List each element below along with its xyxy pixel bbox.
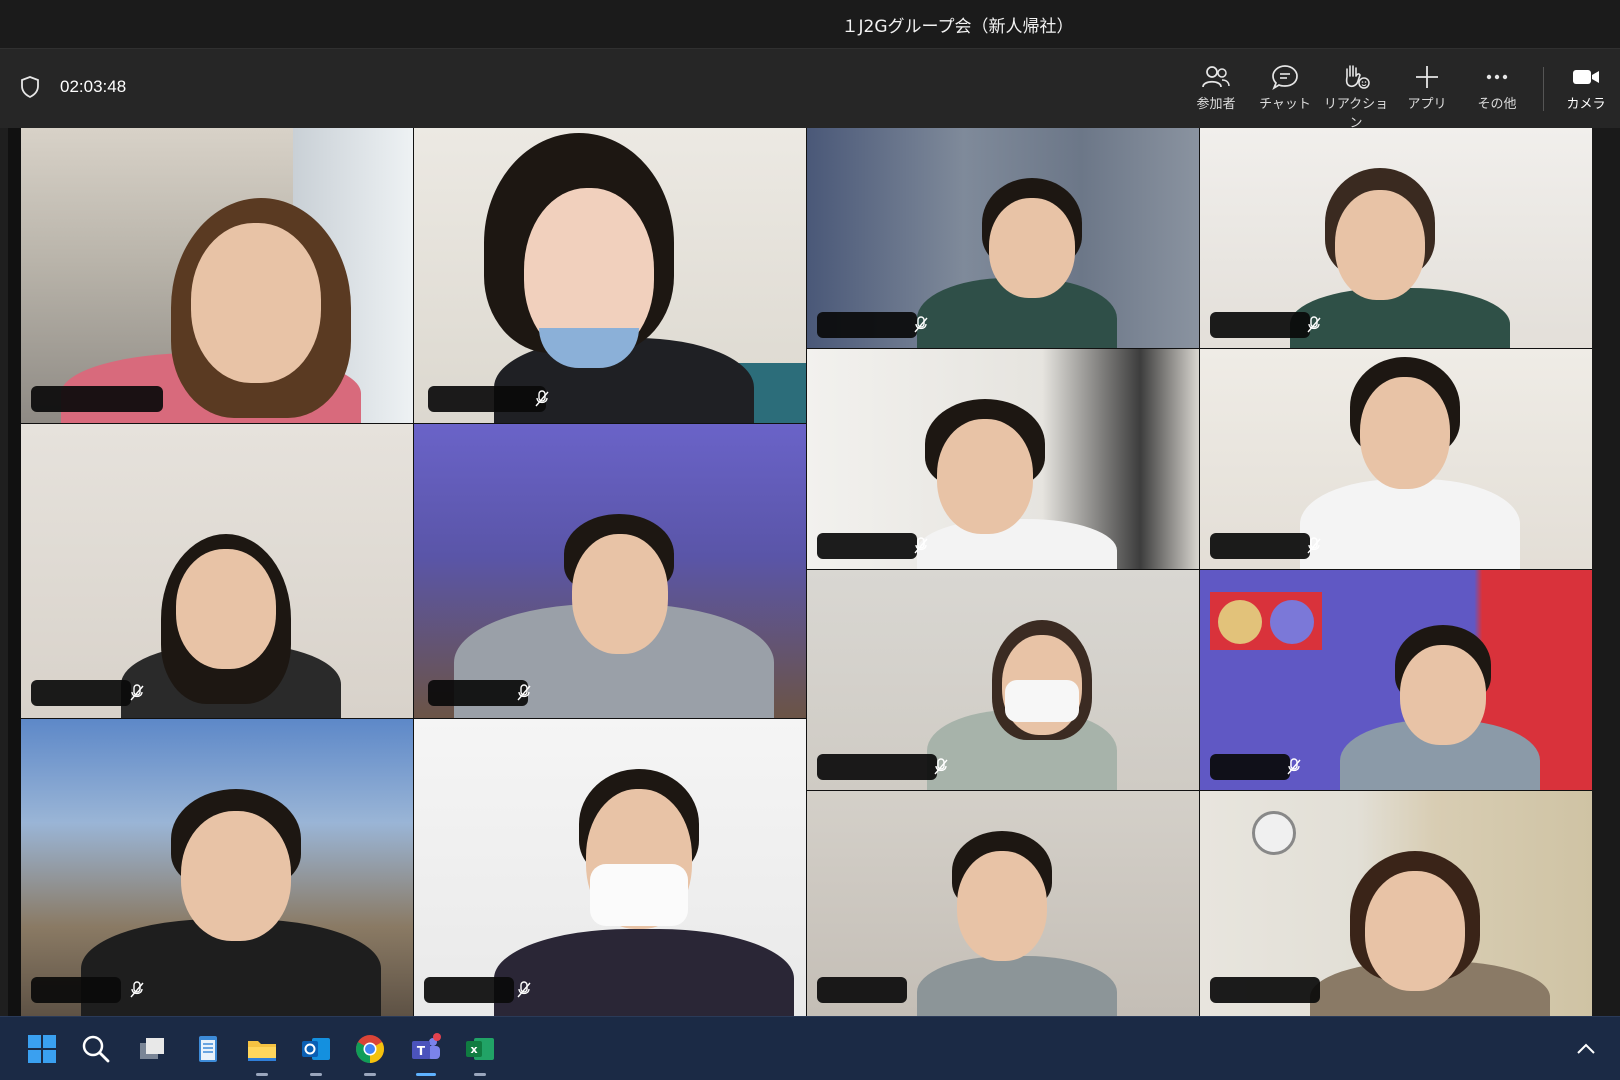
running-indicator <box>364 1073 376 1076</box>
video-tile-participant-10[interactable] <box>1200 570 1592 790</box>
running-indicator <box>256 1073 268 1076</box>
mic-muted-icon <box>130 684 144 701</box>
name-chip <box>31 386 163 412</box>
wall-clock <box>1252 811 1296 855</box>
task-view-icon <box>140 1038 164 1059</box>
video-tile-participant-9[interactable] <box>807 570 1199 790</box>
name-chip <box>1210 312 1310 338</box>
participants-button[interactable]: 参加者 <box>1180 59 1252 119</box>
plus-icon <box>1416 66 1438 88</box>
windows-start-icon <box>28 1035 56 1063</box>
svg-text:x: x <box>470 1043 477 1056</box>
title-bar: １J2Gグループ会（新人帰社） <box>0 0 1620 48</box>
file-explorer-button[interactable] <box>244 1031 280 1076</box>
mic-muted-icon <box>1287 758 1301 775</box>
raise-hand-icon <box>1345 65 1370 89</box>
video-tile-participant-11[interactable] <box>21 719 413 1016</box>
chrome-icon <box>356 1035 384 1063</box>
name-chip <box>424 977 514 1003</box>
more-button[interactable]: その他 <box>1461 59 1533 119</box>
name-chip <box>817 754 937 780</box>
outlook-icon <box>302 1038 330 1060</box>
taskbar: T x <box>0 1016 1620 1080</box>
more-label: その他 <box>1477 97 1517 112</box>
name-chip <box>31 977 121 1003</box>
task-view-button[interactable] <box>134 1031 170 1067</box>
name-chip <box>31 680 131 706</box>
running-indicator <box>310 1073 322 1076</box>
name-chip <box>817 533 917 559</box>
chat-button[interactable]: チャット <box>1249 59 1321 119</box>
teams-icon: T <box>412 1033 441 1059</box>
outlook-button[interactable] <box>298 1031 334 1076</box>
name-chip <box>1210 754 1290 780</box>
participants-label: 参加者 <box>1196 97 1236 112</box>
more-icon <box>1486 74 1508 80</box>
apps-label: アプリ <box>1407 97 1447 112</box>
mic-muted-icon <box>1307 537 1321 554</box>
video-tile-participant-5[interactable] <box>21 424 413 718</box>
decor-circle <box>1218 600 1262 644</box>
mic-muted-icon <box>1307 316 1321 333</box>
reactions-button[interactable]: リアクション <box>1320 59 1392 131</box>
active-indicator <box>416 1073 436 1076</box>
video-tile-participant-2[interactable] <box>414 128 806 423</box>
start-button[interactable] <box>24 1031 60 1067</box>
video-tile-participant-13[interactable] <box>807 791 1199 1016</box>
name-chip <box>428 680 528 706</box>
reactions-label: リアクション <box>1323 97 1389 131</box>
video-tile-participant-8[interactable] <box>1200 349 1592 569</box>
excel-icon: x <box>466 1038 494 1060</box>
video-grid <box>8 128 1620 1016</box>
camera-button[interactable]: カメラ <box>1554 59 1618 119</box>
camera-icon <box>1573 70 1599 84</box>
name-chip <box>1210 533 1310 559</box>
meeting-toolbar: 02:03:48 参加者 チャット リアクション アプリ その他 カメラ <box>0 48 1620 131</box>
shield-icon <box>21 76 39 99</box>
video-tile-participant-14[interactable] <box>1200 791 1592 1016</box>
decor-circle <box>1270 600 1314 644</box>
meeting-timer: 02:03:48 <box>60 77 127 96</box>
mic-muted-icon <box>517 981 531 998</box>
apps-button[interactable]: アプリ <box>1391 59 1463 119</box>
video-tile-participant-3[interactable] <box>807 128 1199 348</box>
teams-button[interactable]: T <box>408 1031 444 1076</box>
chevron-up-icon <box>1577 1043 1595 1054</box>
notepad-icon <box>199 1036 217 1062</box>
mic-muted-icon <box>914 316 928 333</box>
show-hidden-icons-button[interactable] <box>1568 1031 1604 1067</box>
svg-text:T: T <box>417 1044 426 1058</box>
chat-icon <box>1272 65 1298 91</box>
people-icon <box>1202 66 1230 88</box>
file-explorer-icon <box>248 1041 276 1061</box>
mic-muted-icon <box>535 390 549 407</box>
notepad-button[interactable] <box>190 1031 226 1067</box>
mic-muted-icon <box>130 981 144 998</box>
grid-edge <box>1592 128 1620 1016</box>
search-button[interactable] <box>78 1031 114 1067</box>
excel-button[interactable]: x <box>462 1031 498 1076</box>
search-icon <box>82 1035 110 1063</box>
mic-muted-icon <box>914 537 928 554</box>
video-tile-participant-12[interactable] <box>414 719 806 1016</box>
camera-label: カメラ <box>1566 97 1606 112</box>
video-tile-participant-6[interactable] <box>414 424 806 718</box>
video-tile-participant-1[interactable] <box>21 128 413 423</box>
chrome-button[interactable] <box>352 1031 388 1076</box>
name-chip <box>428 386 546 412</box>
video-tile-participant-7[interactable] <box>807 349 1199 569</box>
chat-label: チャット <box>1259 97 1311 112</box>
name-chip <box>1210 977 1320 1003</box>
mic-muted-icon <box>517 684 531 701</box>
name-chip <box>817 312 917 338</box>
mic-muted-icon <box>934 758 948 775</box>
toolbar-divider <box>1543 67 1544 111</box>
meeting-title: １J2Gグループ会（新人帰社） <box>841 17 1074 37</box>
video-tile-participant-4[interactable] <box>1200 128 1592 348</box>
running-indicator <box>474 1073 486 1076</box>
name-chip <box>817 977 907 1003</box>
